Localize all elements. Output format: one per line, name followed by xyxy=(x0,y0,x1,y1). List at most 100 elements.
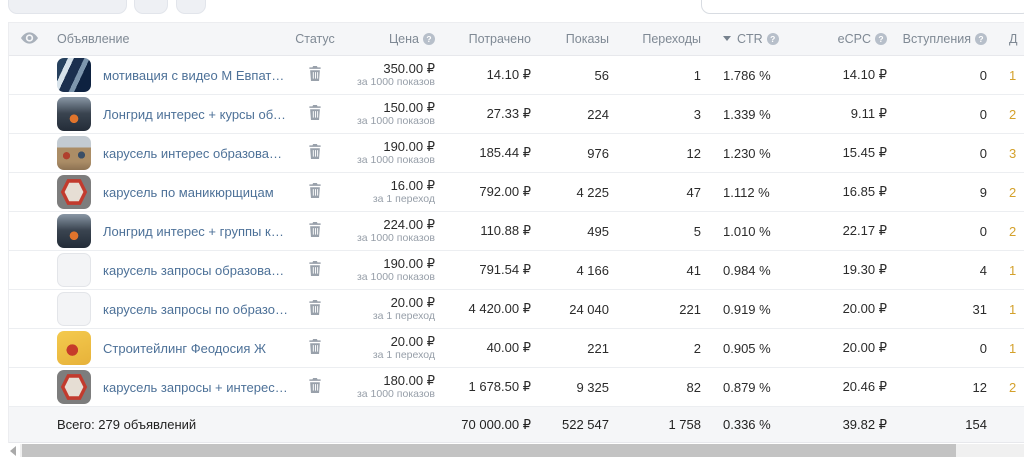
status-cell xyxy=(289,378,341,396)
clicks-value: 12 xyxy=(686,145,701,161)
price-value: 150.00 ₽ xyxy=(383,99,435,115)
ad-thumbnail[interactable] xyxy=(57,331,91,365)
column-header-shows[interactable]: Показы xyxy=(537,32,615,46)
help-icon[interactable]: ? xyxy=(766,33,779,45)
scrollbar-thumb[interactable] xyxy=(22,444,956,457)
ctr-value: 0.879 % xyxy=(723,379,771,395)
ctr-value: 0.905 % xyxy=(723,340,771,356)
totals-label: Всего: 279 объявлений xyxy=(57,417,197,432)
ad-name-link[interactable]: карусель запросы по образованию ... xyxy=(103,302,289,317)
ad-thumbnail[interactable] xyxy=(57,58,91,92)
ecpc-value: 9.11 ₽ xyxy=(850,106,887,121)
help-icon[interactable]: ? xyxy=(423,33,435,45)
ad-thumbnail[interactable] xyxy=(57,97,91,131)
clicks-value: 221 xyxy=(679,301,701,317)
clicks-value: 82 xyxy=(686,379,701,395)
ad-name-link[interactable]: карусель интерес образование + гр... xyxy=(103,146,289,161)
ad-thumbnail[interactable] xyxy=(57,292,91,326)
price-cell: 20.00 ₽ за 1 переход xyxy=(341,295,441,323)
shows-value: 9 325 xyxy=(576,379,609,395)
status-cell xyxy=(289,261,341,279)
spent-value: 4 420.00 ₽ xyxy=(468,301,532,316)
trash-icon[interactable] xyxy=(308,222,322,240)
ad-thumbnail[interactable] xyxy=(57,370,91,404)
status-cell xyxy=(289,66,341,84)
ad-name-link[interactable]: Строитейлинг Феодосия Ж xyxy=(103,341,266,356)
joins-value: 31 xyxy=(972,301,987,317)
spent-value: 14.10 ₽ xyxy=(486,67,531,82)
ad-thumbnail[interactable] xyxy=(57,253,91,287)
price-unit: за 1000 показов xyxy=(356,76,435,89)
trash-icon[interactable] xyxy=(308,261,322,279)
ecpc-value: 20.00 ₽ xyxy=(842,301,887,316)
toolbar-button-1[interactable] xyxy=(134,0,168,14)
ad-name-link[interactable]: Лонгрид интерес + курсы обучения ... xyxy=(103,107,289,122)
price-cell: 16.00 ₽ за 1 переход xyxy=(341,177,441,206)
column-header-ad[interactable]: Объявление xyxy=(49,32,289,46)
toolbar-filter-input[interactable] xyxy=(8,0,127,14)
trash-icon[interactable] xyxy=(308,105,322,123)
toolbar-button-2[interactable] xyxy=(176,0,206,14)
shows-value: 24 040 xyxy=(569,301,609,317)
trash-icon[interactable] xyxy=(308,66,322,84)
joins-value: 9 xyxy=(979,184,987,200)
price-value: 190.00 ₽ xyxy=(383,255,435,271)
spent-value: 40.00 ₽ xyxy=(486,340,531,355)
visibility-column-toggle[interactable] xyxy=(9,31,49,47)
extra-value: 1 xyxy=(1009,262,1017,278)
price-cell: 180.00 ₽ за 1000 показов xyxy=(341,373,441,401)
totals-shows: 522 547 xyxy=(562,417,609,432)
price-unit: за 1 переход xyxy=(372,193,435,206)
ad-name-link[interactable]: карусель по маникюрщицам xyxy=(103,185,274,200)
trash-icon[interactable] xyxy=(308,378,322,396)
table-row: карусель интерес образование + гр... 190… xyxy=(9,134,1024,173)
trash-icon[interactable] xyxy=(308,144,322,162)
joins-value: 0 xyxy=(979,145,987,161)
ad-thumbnail[interactable] xyxy=(57,214,91,248)
ecpc-value: 16.85 ₽ xyxy=(842,184,887,199)
shows-value: 221 xyxy=(587,340,609,356)
table-row: мотивация с видео М Евпатория 350.00 ₽ з… xyxy=(9,56,1024,95)
joins-value: 12 xyxy=(972,379,987,395)
column-header-spent[interactable]: Потрачено xyxy=(441,32,537,46)
column-header-price[interactable]: Цена? xyxy=(341,32,441,46)
ad-name-link[interactable]: карусель запросы образование и гр... xyxy=(103,263,289,278)
totals-joins: 154 xyxy=(965,417,987,432)
ctr-value: 0.919 % xyxy=(723,301,771,317)
shows-value: 224 xyxy=(587,106,609,122)
price-value: 16.00 ₽ xyxy=(390,177,435,193)
ad-name-link[interactable]: Лонгрид интерес + группы курсов с... xyxy=(103,224,289,239)
spent-value: 185.44 ₽ xyxy=(479,145,531,160)
column-header-extra[interactable]: Д xyxy=(993,32,1024,46)
toolbar-dropdown[interactable] xyxy=(701,0,1024,14)
column-header-joins[interactable]: Вступления? xyxy=(893,32,993,46)
help-icon[interactable]: ? xyxy=(975,33,987,45)
extra-value: 2 xyxy=(1009,223,1017,239)
column-header-status[interactable]: Статус xyxy=(289,32,341,46)
ad-name-link[interactable]: карусель запросы + интерес поиск ... xyxy=(103,380,289,395)
trash-icon[interactable] xyxy=(308,183,322,201)
eye-icon xyxy=(20,31,38,47)
scrollbar-track[interactable] xyxy=(20,444,1024,457)
clicks-value: 1 xyxy=(693,67,701,83)
sort-desc-icon xyxy=(723,36,731,41)
scroll-left-arrow-icon[interactable] xyxy=(10,445,16,456)
ad-thumbnail[interactable] xyxy=(57,136,91,170)
spent-value: 110.88 ₽ xyxy=(480,223,531,238)
column-header-clicks[interactable]: Переходы xyxy=(615,32,707,46)
ad-name-link[interactable]: мотивация с видео М Евпатория xyxy=(103,68,289,83)
extra-value: 2 xyxy=(1009,184,1017,200)
status-cell xyxy=(289,339,341,357)
status-cell xyxy=(289,144,341,162)
price-cell: 190.00 ₽ за 1000 показов xyxy=(341,139,441,167)
trash-icon[interactable] xyxy=(308,300,322,318)
price-unit: за 1000 показов xyxy=(356,388,435,401)
column-header-ecpc[interactable]: eCPC? xyxy=(793,32,893,46)
clicks-value: 5 xyxy=(693,223,701,239)
shows-value: 976 xyxy=(587,145,609,161)
ad-thumbnail[interactable] xyxy=(57,175,91,209)
help-icon[interactable]: ? xyxy=(875,33,887,45)
joins-value: 0 xyxy=(979,67,987,83)
trash-icon[interactable] xyxy=(308,339,322,357)
column-header-ctr[interactable]: CTR? xyxy=(707,32,793,46)
